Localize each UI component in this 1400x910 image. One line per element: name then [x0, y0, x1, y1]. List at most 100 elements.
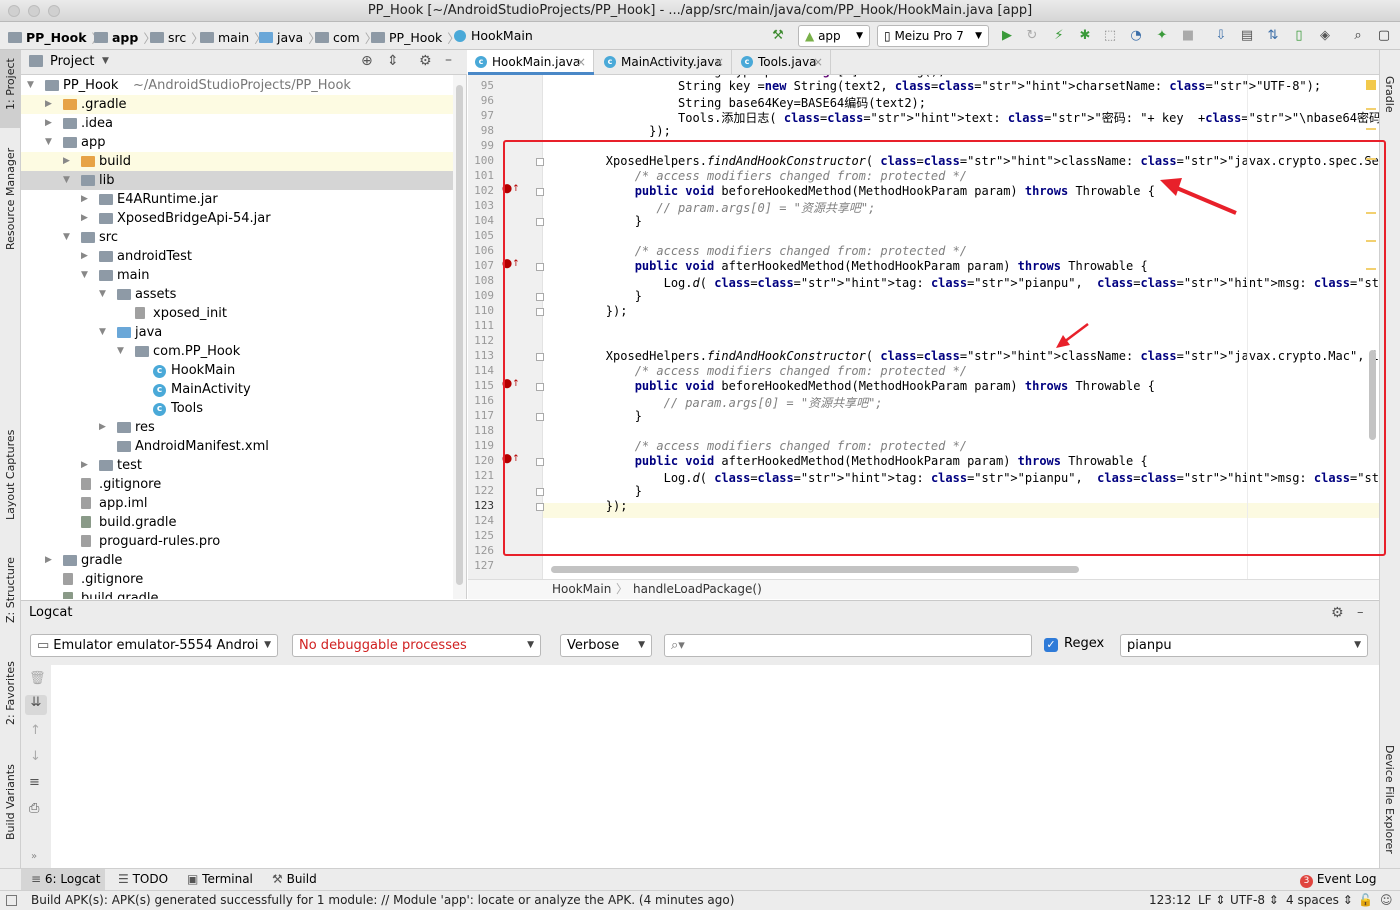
tree-item[interactable]: ▼ lib — [21, 171, 453, 190]
tree-item[interactable]: ▶ res — [21, 418, 453, 437]
chevron-right-icon[interactable]: ▶ — [81, 456, 91, 475]
tree-item[interactable]: ▼ app — [21, 133, 453, 152]
tree-item[interactable]: ▶ E4ARuntime.jar — [21, 190, 453, 209]
chevron-down-icon[interactable]: ▼ — [99, 323, 109, 342]
sdk-manager-icon[interactable]: ⇅ — [1265, 28, 1281, 44]
tab-build[interactable]: ⚒ Build — [272, 869, 317, 890]
zoom-window-button[interactable] — [48, 5, 60, 17]
down-arrow-icon[interactable]: ↓ — [30, 749, 41, 764]
more-icon[interactable]: » — [31, 851, 37, 862]
chevron-right-icon[interactable]: ▶ — [63, 152, 73, 171]
code-line[interactable]: }); — [548, 124, 671, 138]
tree-item[interactable]: c HookMain — [21, 361, 453, 380]
gear-icon[interactable]: ⚙ — [1331, 601, 1344, 625]
sync-gradle-icon[interactable]: ⇩ — [1213, 28, 1229, 44]
hammer-icon[interactable]: ⚒ — [770, 28, 786, 44]
hide-panel-icon[interactable]: – — [1357, 601, 1364, 625]
chevron-right-icon[interactable]: ▶ — [45, 114, 55, 133]
log-level-select[interactable]: Verbose ▼ — [560, 634, 652, 657]
tree-item[interactable]: ▶ .gradle — [21, 95, 453, 114]
rerun-icon[interactable]: ↻ — [1024, 28, 1040, 44]
lock-icon[interactable]: 🔓 — [1358, 891, 1373, 910]
locate-target-icon[interactable]: ⊕ — [361, 53, 373, 69]
soft-wrap-icon[interactable]: ≡ — [29, 775, 40, 790]
gear-icon[interactable]: ⚙ — [419, 53, 432, 69]
structure-tool-button[interactable]: Z: Structure — [4, 557, 17, 623]
breadcrumb-package[interactable]: PP_Hook 〉 — [371, 28, 460, 47]
editor-horizontal-scrollbar[interactable] — [551, 566, 1079, 573]
scroll-to-end-icon[interactable]: ⇊ — [25, 695, 47, 715]
logcat-search-input[interactable]: ⌕▾ — [664, 634, 1032, 657]
stop-icon[interactable]: ■ — [1180, 28, 1196, 44]
chevron-down-icon[interactable]: ▼ — [63, 171, 73, 190]
breadcrumb-class-name[interactable]: HookMain — [552, 580, 611, 599]
tree-item[interactable]: app.iml — [21, 494, 453, 513]
breadcrumb-app[interactable]: app〉 — [94, 28, 156, 47]
breadcrumb-java[interactable]: java〉 — [259, 28, 321, 47]
close-icon[interactable]: × — [813, 50, 823, 74]
inspector-icon[interactable]: ☺ — [1380, 891, 1393, 910]
tree-item[interactable]: c MainActivity — [21, 380, 453, 399]
chevron-down-icon[interactable]: ▼ — [45, 133, 55, 152]
warning-mark[interactable] — [1366, 128, 1376, 130]
print-icon[interactable]: ⎙ — [29, 801, 39, 816]
device-select[interactable]: ▭ Emulator emulator-5554 Androi ▼ — [30, 634, 278, 657]
chevron-right-icon[interactable]: ▶ — [81, 247, 91, 266]
breadcrumb-main[interactable]: main〉 — [200, 28, 267, 47]
profile-icon[interactable]: ◔ — [1128, 28, 1144, 44]
device-select[interactable]: ▯ Meizu Pro 7 ▼ — [877, 25, 989, 47]
breadcrumb-project[interactable]: PP_Hook〉 — [8, 28, 104, 47]
process-select[interactable]: No debuggable processes ▼ — [292, 634, 541, 657]
tree-item[interactable]: ▼ src — [21, 228, 453, 247]
gradle-tool-button[interactable]: Gradle — [1383, 76, 1396, 113]
layout-captures-tool-button[interactable]: Layout Captures — [4, 430, 17, 520]
tree-item[interactable]: proguard-rules.pro — [21, 532, 453, 551]
avd-manager-icon[interactable]: ▯ — [1291, 28, 1307, 44]
tree-item[interactable]: ▼ PP_Hook ~/AndroidStudioProjects/PP_Hook — [21, 76, 453, 95]
tree-item[interactable]: xposed_init — [21, 304, 453, 323]
chevron-down-icon[interactable]: ▼ — [63, 228, 73, 247]
breadcrumb-class[interactable]: HookMain — [454, 28, 533, 43]
tab-mainactivity[interactable]: c MainActivity.java × — [597, 50, 732, 75]
tree-scrollbar-thumb[interactable] — [456, 85, 463, 585]
tab-terminal[interactable]: ▣ Terminal — [187, 869, 253, 890]
code-line[interactable]: Tools.添加日志( class=class="str">"hint">tex… — [548, 109, 1379, 126]
run-icon[interactable]: ▶ — [999, 28, 1015, 44]
chevron-right-icon[interactable]: ▶ — [81, 209, 91, 228]
tree-scrollbar[interactable] — [453, 75, 466, 599]
tool-windows-icon[interactable] — [6, 895, 17, 906]
breadcrumb-com[interactable]: com〉 — [315, 28, 377, 47]
indent-setting[interactable]: 4 spaces ⇕ — [1286, 891, 1353, 910]
tab-logcat[interactable]: ≡ 6: Logcat — [21, 869, 105, 890]
tree-item[interactable]: ▶ build — [21, 152, 453, 171]
tree-item[interactable]: ▶ test — [21, 456, 453, 475]
fullscreen-icon[interactable]: ▢ — [1376, 28, 1392, 44]
tree-item[interactable]: c Tools — [21, 399, 453, 418]
device-file-explorer-tool-button[interactable]: Device File Explorer — [1383, 745, 1396, 854]
breadcrumb-src[interactable]: src 〉 — [150, 28, 204, 47]
tree-item[interactable]: ▼ com.PP_Hook — [21, 342, 453, 361]
project-structure-icon[interactable]: ▤ — [1239, 28, 1255, 44]
chevron-right-icon[interactable]: ▶ — [99, 418, 109, 437]
chevron-down-icon[interactable]: ▼ — [99, 285, 109, 304]
code-line[interactable]: String type=param.args[1].toString(); — [548, 75, 945, 78]
warning-mark[interactable] — [1366, 108, 1376, 110]
collapse-all-icon[interactable]: ⇕ — [387, 53, 399, 69]
build-variants-tool-button[interactable]: Build Variants — [4, 764, 17, 840]
tree-item[interactable]: .gitignore — [21, 475, 453, 494]
breadcrumb-method-name[interactable]: handleLoadPackage() — [633, 580, 762, 599]
tree-item[interactable]: .gitignore — [21, 570, 453, 589]
chevron-down-icon[interactable]: ▼ — [102, 56, 109, 66]
up-arrow-icon[interactable]: ↑ — [30, 723, 41, 738]
chevron-down-icon[interactable]: ▼ — [117, 342, 127, 361]
tree-item[interactable]: ▶ gradle — [21, 551, 453, 570]
layout-inspector-icon[interactable]: ◈ — [1317, 28, 1333, 44]
chevron-down-icon[interactable]: ▼ — [81, 266, 91, 285]
project-tool-button[interactable]: 1: Project — [4, 58, 17, 110]
hide-panel-icon[interactable]: – — [445, 52, 452, 68]
search-icon[interactable]: ⌕ — [1350, 28, 1366, 44]
chevron-right-icon[interactable]: ▶ — [81, 190, 91, 209]
chevron-right-icon[interactable]: ▶ — [45, 95, 55, 114]
close-window-button[interactable] — [8, 5, 20, 17]
tree-item[interactable]: ▼ assets — [21, 285, 453, 304]
